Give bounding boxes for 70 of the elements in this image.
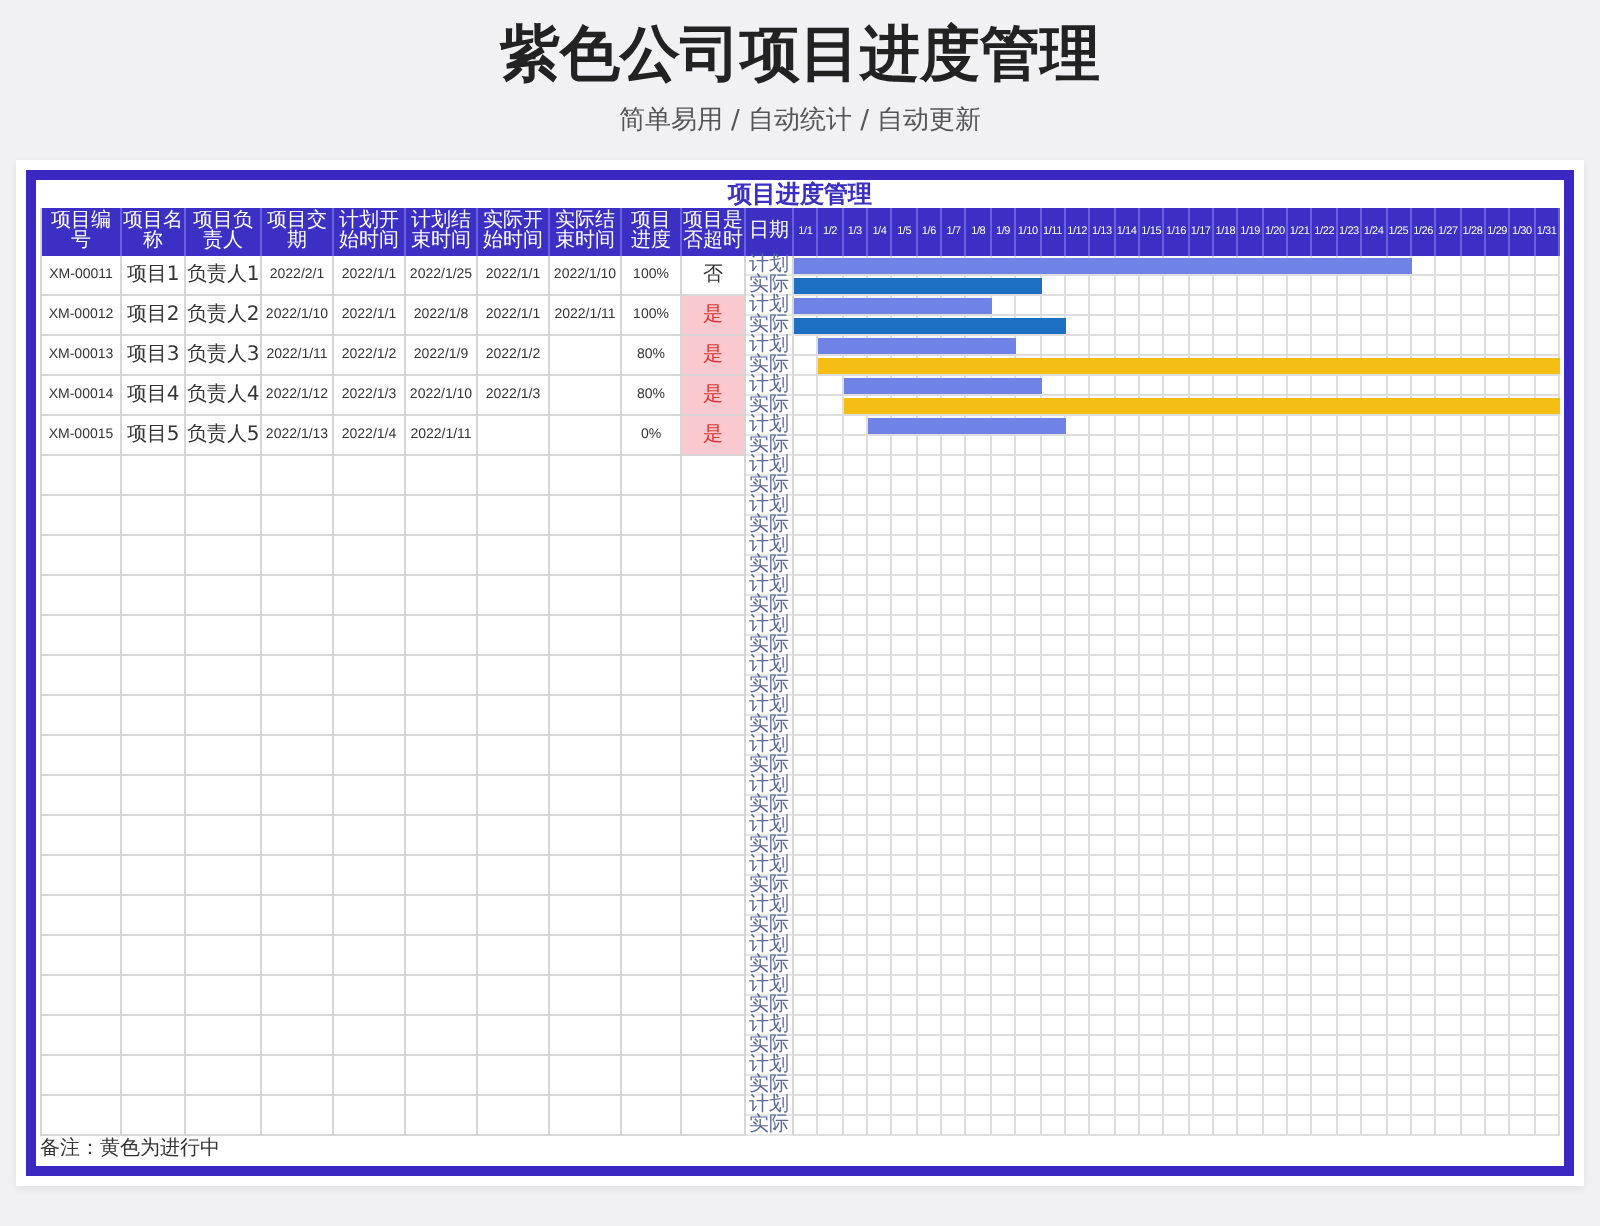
table-cell: 计划 — [746, 776, 794, 796]
table-cell: 实际 — [746, 996, 794, 1016]
note-text: 备注：黄色为进行中 — [40, 1136, 222, 1164]
table-cell: 实际 — [746, 436, 794, 456]
table-header-cell: 日期 — [746, 208, 794, 256]
table-cell: 计划 — [746, 376, 794, 396]
table-cell: 是 — [682, 336, 746, 376]
table-cell: 否 — [682, 256, 746, 296]
table-header-cell: 项目进度 — [622, 208, 682, 256]
table-cell: 计划 — [746, 1016, 794, 1036]
table-cell: 实际 — [746, 676, 794, 696]
table-cell: 实际 — [746, 1036, 794, 1056]
table-cell: 实际 — [746, 796, 794, 816]
table-cell: 项目3 — [122, 336, 186, 376]
table-cell: 是 — [682, 376, 746, 416]
table-cell: 项目1 — [122, 256, 186, 296]
table-cell: 计划 — [746, 496, 794, 516]
table-cell: 计划 — [746, 736, 794, 756]
table-cell: 实际 — [746, 476, 794, 496]
table-cell: 实际 — [746, 636, 794, 656]
table-cell: 计划 — [746, 1056, 794, 1076]
table-cell: 实际 — [746, 596, 794, 616]
table-header-cell: 实际结束时间 — [550, 208, 622, 256]
table-cell: 实际 — [746, 956, 794, 976]
table-cell: 计划 — [746, 456, 794, 476]
table-cell: 负责人4 — [186, 376, 262, 416]
table-cell: 负责人5 — [186, 416, 262, 456]
table-cell: 计划 — [746, 1096, 794, 1116]
table-cell: 计划 — [746, 536, 794, 556]
table-cell: 计划 — [746, 816, 794, 836]
table-cell: 是 — [682, 296, 746, 336]
table-header-cell: 项目编号 — [42, 208, 122, 256]
table-cell: 实际 — [746, 716, 794, 736]
table-cell: 实际 — [746, 396, 794, 416]
table-cell: 计划 — [746, 936, 794, 956]
table-cell: 实际 — [746, 556, 794, 576]
table-cell: 实际 — [746, 876, 794, 896]
table-header-cell: 计划开始时间 — [334, 208, 406, 256]
table-cell: 计划 — [746, 856, 794, 876]
table-cell: 计划 — [746, 416, 794, 436]
table-cell: 是 — [682, 416, 746, 456]
table-cell: 负责人2 — [186, 296, 262, 336]
table-cell: 项目2 — [122, 296, 186, 336]
table-cell: 项目5 — [122, 416, 186, 456]
table-cell: 计划 — [746, 616, 794, 636]
page-title: 紫色公司项目进度管理 — [500, 20, 1100, 92]
table-header-cell: 计划结束时间 — [406, 208, 478, 256]
table-cell: 计划 — [746, 576, 794, 596]
table-header-cell: 项目名称 — [122, 208, 186, 256]
table-cell: 实际 — [746, 516, 794, 536]
table-cell: 计划 — [746, 696, 794, 716]
sheet-title: 项目进度管理 — [725, 180, 874, 208]
table-cell: 负责人1 — [186, 256, 262, 296]
table-header-cell: 实际开始时间 — [478, 208, 550, 256]
table-cell: 实际 — [746, 916, 794, 936]
table-cell: 计划 — [746, 336, 794, 356]
table-cell: 实际 — [746, 836, 794, 856]
table-cell: 计划 — [746, 656, 794, 676]
table-cell: 项目4 — [122, 376, 186, 416]
table-cell: 实际 — [746, 356, 794, 376]
table-header-cell: 项目负责人 — [186, 208, 262, 256]
subtitle: 简单易用 / 自动统计 / 自动更新 — [618, 104, 982, 140]
table-header-cell: 项目交期 — [262, 208, 334, 256]
table-cell: 实际 — [746, 1076, 794, 1096]
table-cell: 负责人3 — [186, 336, 262, 376]
table-cell: 计划 — [746, 976, 794, 996]
table-cell: 实际 — [746, 1116, 794, 1136]
table-cell: 计划 — [746, 896, 794, 916]
table-cell: 实际 — [746, 756, 794, 776]
table-header-cell: 项目是否超时 — [682, 208, 746, 256]
